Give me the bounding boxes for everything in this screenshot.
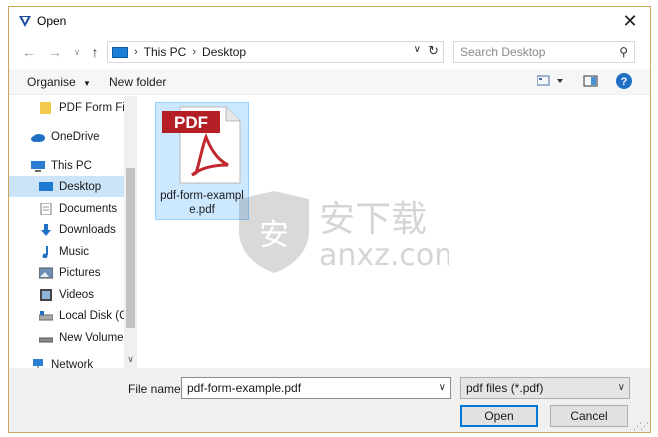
- document-icon: [40, 202, 52, 215]
- sidebar-item-network[interactable]: Network: [31, 354, 93, 368]
- chevron-down-icon[interactable]: ∨: [124, 354, 137, 368]
- navigation-pane: PDF Form Fill OneDrive This PC Desktop D…: [9, 96, 137, 368]
- chevron-down-icon: ∨: [73, 46, 81, 57]
- navigation-bar: ← → ∨ ↑ › This PC › Desktop ∨ ↻ Search D…: [9, 39, 650, 65]
- open-button[interactable]: Open: [460, 405, 538, 427]
- organise-label: Organise: [27, 75, 76, 89]
- close-button[interactable]: ✕: [610, 7, 650, 35]
- arrow-up-icon: ↑: [91, 44, 99, 60]
- folder-icon: [40, 101, 51, 114]
- file-name-input[interactable]: pdf-form-example.pdf ∨: [181, 377, 451, 399]
- view-options-button[interactable]: [536, 73, 567, 92]
- computer-icon: [31, 160, 45, 172]
- organise-button[interactable]: Organise ▼: [27, 75, 91, 89]
- chevron-right-icon: ›: [192, 46, 197, 58]
- file-name-value: pdf-form-example.pdf: [187, 381, 302, 395]
- up-button[interactable]: ↑: [85, 42, 105, 62]
- file-type-value: pdf files (*.pdf): [466, 381, 544, 395]
- chevron-down-icon[interactable]: ∨: [414, 44, 421, 55]
- file-name-label: pdf-form-exampl e.pdf: [160, 190, 244, 216]
- help-icon: ?: [616, 73, 632, 89]
- command-toolbar: Organise ▼ New folder ?: [9, 69, 650, 95]
- open-dialog: Open ✕ ← → ∨ ↑ › This PC › Desktop ∨ ↻ S…: [8, 6, 651, 433]
- preview-pane-button[interactable]: [583, 73, 599, 92]
- sidebar-item-pdf-form-fill[interactable]: PDF Form Fill: [39, 97, 130, 118]
- file-type-select[interactable]: pdf files (*.pdf) ∨: [460, 377, 630, 399]
- music-icon: [42, 245, 48, 258]
- search-placeholder: Search Desktop: [460, 45, 546, 59]
- caret-down-icon: ▼: [83, 79, 91, 88]
- scrollbar-thumb[interactable]: [126, 168, 135, 328]
- sidebar-item-local-disk[interactable]: Local Disk (C:: [39, 305, 131, 326]
- sidebar-item-downloads[interactable]: Downloads: [39, 219, 116, 240]
- sidebar-scrollbar[interactable]: ∨: [124, 96, 137, 368]
- address-bar[interactable]: › This PC › Desktop ∨ ↻: [107, 41, 444, 63]
- preview-pane-icon: [583, 75, 598, 87]
- pdf-badge: PDF: [174, 113, 208, 132]
- search-icon: ⚲: [619, 45, 628, 59]
- video-icon: [40, 288, 52, 301]
- close-icon: ✕: [622, 10, 638, 31]
- pdf-file-icon: PDF: [162, 106, 241, 184]
- sidebar-item-pictures[interactable]: Pictures: [39, 262, 101, 283]
- dialog-footer: File name: pdf-form-example.pdf ∨ pdf fi…: [9, 368, 650, 432]
- sidebar-item-new-volume[interactable]: New Volume: [39, 327, 124, 348]
- breadcrumb-this-pc[interactable]: This PC: [144, 45, 187, 59]
- sidebar-item-videos[interactable]: Videos: [39, 284, 94, 305]
- chevron-down-icon[interactable]: ∨: [439, 382, 446, 393]
- sidebar-item-documents[interactable]: Documents: [39, 198, 117, 219]
- resize-grip-icon[interactable]: ⋰⋰: [633, 421, 649, 432]
- sidebar-item-desktop[interactable]: Desktop: [9, 176, 124, 197]
- search-input[interactable]: Search Desktop ⚲: [453, 41, 635, 63]
- window-title: Open: [37, 14, 67, 28]
- view-icon: [536, 75, 563, 86]
- sidebar-item-music[interactable]: Music: [39, 241, 89, 262]
- picture-icon: [39, 267, 53, 278]
- recent-locations-button[interactable]: ∨: [67, 42, 87, 62]
- app-icon: [19, 16, 31, 27]
- sidebar-item-this-pc[interactable]: This PC: [31, 155, 92, 176]
- network-icon: [33, 358, 43, 368]
- forward-button[interactable]: →: [45, 42, 65, 62]
- title-bar: Open ✕: [9, 7, 650, 35]
- download-icon: [41, 223, 51, 236]
- svg-text:?: ?: [621, 76, 628, 88]
- chevron-down-icon: ∨: [617, 382, 625, 393]
- cloud-icon: [31, 133, 45, 142]
- computer-icon: [112, 46, 128, 58]
- sidebar-item-onedrive[interactable]: OneDrive: [31, 126, 100, 147]
- desktop-icon: [39, 181, 53, 191]
- drive-icon: [39, 337, 53, 342]
- breadcrumb-desktop[interactable]: Desktop: [202, 45, 246, 59]
- disk-icon: [39, 310, 53, 320]
- help-button[interactable]: ?: [615, 72, 633, 93]
- file-item-pdf[interactable]: PDF pdf-form-exampl e.pdf: [155, 102, 249, 220]
- new-folder-button[interactable]: New folder: [109, 75, 166, 89]
- arrow-right-icon: →: [48, 44, 62, 60]
- chevron-right-icon: ›: [134, 46, 138, 58]
- back-button[interactable]: ←: [19, 42, 39, 62]
- cancel-button[interactable]: Cancel: [550, 405, 628, 427]
- file-name-field-label: File name:: [128, 382, 185, 396]
- refresh-icon[interactable]: ↻: [428, 43, 439, 59]
- arrow-left-icon: ←: [22, 44, 36, 60]
- file-list: PDF pdf-form-exampl e.pdf: [139, 96, 650, 368]
